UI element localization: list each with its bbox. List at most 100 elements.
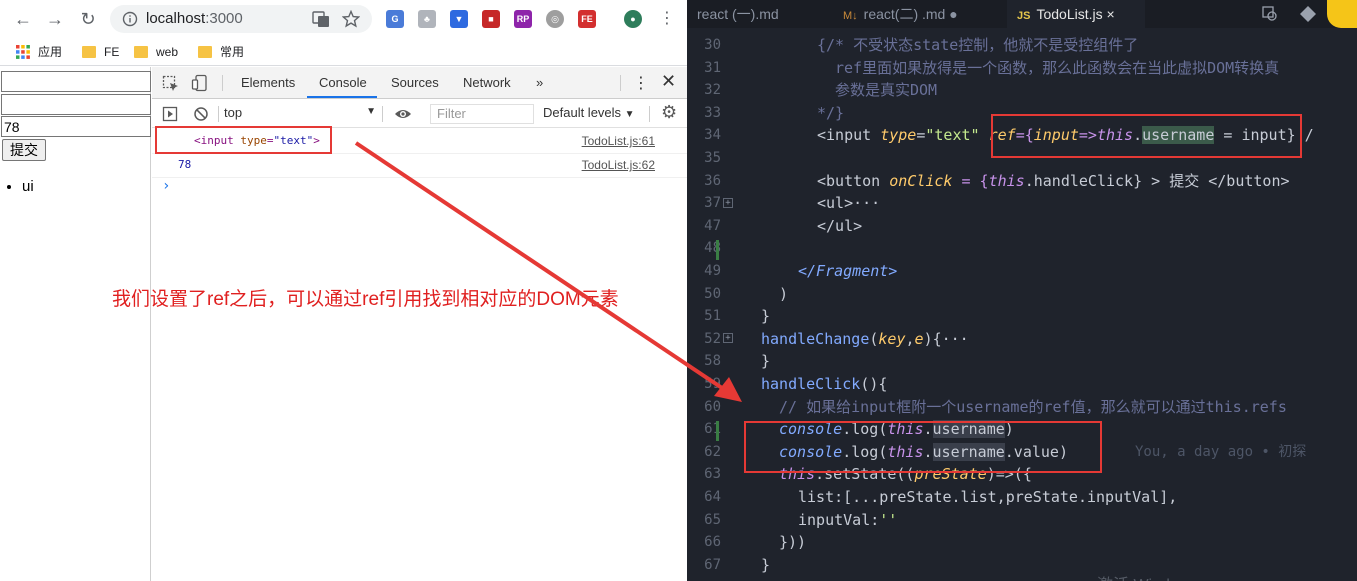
- annotation-text: 我们设置了ref之后，可以通过ref引用找到相对应的DOM元素: [112, 289, 619, 310]
- inspect-element-icon[interactable]: [162, 75, 180, 93]
- browser-toolbar: ← → ↻ localhost:3000 G ♣ ▼ ■ RP ◎ FE ● ⋮: [0, 0, 687, 38]
- screenshot-root: ← → ↻ localhost:3000 G ♣ ▼ ■ RP ◎ FE ● ⋮: [0, 0, 1357, 581]
- line-number: 64: [704, 489, 721, 505]
- code-line: <button onClick = {this.handleClick} > 提…: [817, 171, 1290, 190]
- toolbar-divider: [382, 106, 383, 122]
- line-number: 66: [704, 534, 721, 551]
- submit-button[interactable]: 提交: [2, 139, 46, 161]
- url-text: localhost:3000: [146, 10, 243, 27]
- chrome-browser-window: ← → ↻ localhost:3000 G ♣ ▼ ■ RP ◎ FE ● ⋮: [0, 0, 687, 581]
- highlight-box-console-log: [744, 421, 1102, 473]
- bookmark-apps[interactable]: 应用: [16, 43, 62, 61]
- reload-icon[interactable]: ↻: [77, 8, 99, 30]
- clear-console-icon[interactable]: [193, 106, 209, 122]
- logged-value: 78: [178, 158, 192, 171]
- axure-rp-extension-icon[interactable]: RP: [514, 10, 532, 28]
- code-line: inputVal:'': [798, 510, 898, 529]
- fold-expand-icon[interactable]: +: [723, 333, 733, 343]
- fehelper-extension-icon[interactable]: FE: [578, 10, 596, 28]
- pocket-extension-icon[interactable]: ▼: [450, 10, 468, 28]
- line-number: 30: [704, 37, 721, 53]
- address-bar[interactable]: localhost:3000: [110, 5, 372, 33]
- device-toolbar-icon[interactable]: [191, 74, 209, 92]
- tab-network[interactable]: Network: [463, 75, 511, 90]
- close-tab-icon[interactable]: ×: [1107, 6, 1115, 22]
- bookmark-star-icon[interactable]: [342, 10, 360, 28]
- code-line: {/* 不受状态state控制，他就不是受控组件了: [817, 36, 1139, 54]
- bookmark-label: 常用: [220, 45, 245, 59]
- forward-arrow-icon[interactable]: →: [44, 8, 66, 30]
- show-sidebar-icon[interactable]: [162, 106, 178, 122]
- tab-todolist-js[interactable]: JS TodoList.js ×: [1007, 0, 1145, 28]
- console-filter-input[interactable]: Filter: [430, 104, 534, 124]
- line-number: 63: [704, 466, 721, 483]
- tab-sources[interactable]: Sources: [391, 75, 439, 90]
- devtools-tab-bar: Elements Console Sources Network » ⋮ ✕: [152, 67, 687, 99]
- code-line: handleClick(){: [761, 375, 888, 393]
- code-line: ref里面如果放得是一个函数，那么此函数会在当此虚拟DOM转换真: [835, 58, 1280, 77]
- line-number: 35: [704, 150, 721, 166]
- toolbar-divider: [222, 75, 223, 91]
- line-number: 51: [704, 308, 721, 325]
- code-line: */}: [817, 103, 845, 122]
- code-line: </ul>: [817, 216, 863, 235]
- translate-icon[interactable]: [312, 10, 330, 28]
- folder-icon: [82, 46, 96, 58]
- bookmarks-bar: 应用 FE web 常用: [0, 38, 687, 66]
- console-settings-gear-icon[interactable]: ⚙: [661, 102, 677, 123]
- source-link[interactable]: TodoList.js:61: [582, 130, 655, 152]
- bookmark-folder-web[interactable]: web: [134, 43, 178, 61]
- code-line: </Fragment>: [798, 262, 898, 280]
- tab-react-2-md[interactable]: M↓ react(二) .md ●: [833, 0, 1005, 28]
- console-prompt[interactable]: ›: [162, 178, 170, 194]
- extension-circle-icon[interactable]: ◎: [546, 10, 564, 28]
- code-line: ): [779, 284, 789, 303]
- profile-avatar-icon[interactable]: ●: [624, 10, 642, 28]
- code-line: }: [761, 352, 771, 371]
- line-number: 49: [704, 263, 721, 279]
- tab-console[interactable]: Console: [319, 75, 367, 90]
- log-levels-dropdown[interactable]: Default levels ▼: [543, 105, 635, 120]
- dropdown-caret-icon: ▼: [624, 109, 635, 120]
- line-number: 62: [704, 443, 721, 460]
- devtools-panel: Elements Console Sources Network » ⋮ ✕ t…: [152, 67, 687, 581]
- unsaved-dot-icon[interactable]: ●: [949, 6, 957, 22]
- code-line: <ul>···: [817, 194, 881, 213]
- devtools-menu-icon[interactable]: ⋮: [633, 73, 649, 93]
- chrome-menu-icon[interactable]: ⋮: [656, 8, 678, 30]
- levels-label: Default levels: [543, 105, 622, 120]
- editor-tab-bar: react (一).md M↓ react(二) .md ● JS TodoList…: [687, 0, 1357, 28]
- extension-puzzle-icon[interactable]: ♣: [418, 10, 436, 28]
- fold-expand-icon[interactable]: +: [723, 198, 733, 208]
- todo-input[interactable]: [1, 116, 151, 137]
- info-icon[interactable]: [122, 11, 138, 27]
- bookmark-label: FE: [104, 45, 120, 59]
- line-number: 65: [704, 511, 721, 528]
- list-item[interactable]: ui: [22, 178, 34, 195]
- context-selector[interactable]: top ▼: [224, 105, 376, 123]
- code-line: 参数是真实DOM: [835, 81, 938, 100]
- tab-elements[interactable]: Elements: [241, 75, 295, 90]
- translate-extension-icon[interactable]: G: [386, 10, 404, 28]
- line-number: 67: [704, 556, 721, 573]
- dropdown-caret-icon: ▼: [366, 106, 376, 117]
- line-number: 33: [704, 104, 721, 121]
- active-tab-indicator: [307, 96, 377, 98]
- console-log-entry: 78 TodoList.js:62: [152, 154, 687, 178]
- tab-react-1-md[interactable]: react (一).md: [687, 0, 827, 28]
- source-link[interactable]: TodoList.js:62: [582, 154, 655, 176]
- git-compare-icon[interactable]: [1299, 5, 1317, 23]
- more-tabs-button[interactable]: »: [536, 75, 543, 90]
- live-expression-eye-icon[interactable]: [394, 106, 412, 122]
- extension-icon[interactable]: ■: [482, 10, 500, 28]
- bookmark-folder-common[interactable]: 常用: [198, 43, 244, 61]
- toolbar-divider: [620, 75, 621, 91]
- text-input-1[interactable]: [1, 71, 151, 92]
- back-arrow-icon[interactable]: ←: [12, 8, 34, 30]
- highlight-box-ref: [991, 114, 1302, 158]
- line-number: 34: [704, 127, 721, 144]
- open-changes-icon[interactable]: [1261, 5, 1279, 23]
- text-input-2[interactable]: [1, 94, 151, 115]
- close-devtools-icon[interactable]: ✕: [661, 71, 676, 92]
- bookmark-folder-fe[interactable]: FE: [82, 43, 119, 61]
